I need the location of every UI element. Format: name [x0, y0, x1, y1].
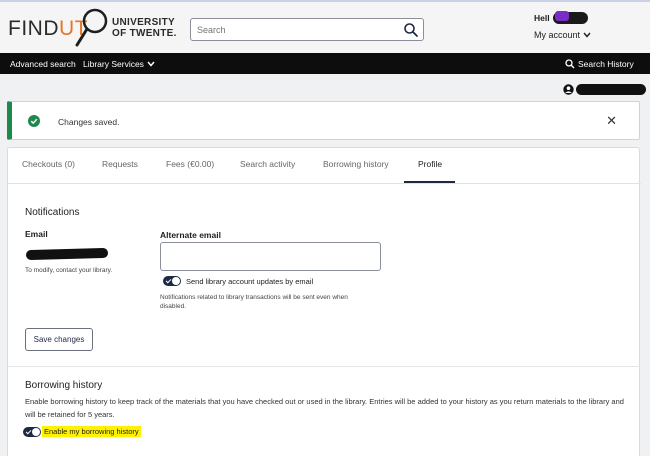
- redacted-username: [553, 11, 588, 24]
- tab-search-activity[interactable]: Search activity: [240, 159, 295, 169]
- my-account-menu[interactable]: My account: [534, 30, 591, 40]
- tab-borrowing-history[interactable]: Borrowing history: [323, 159, 389, 169]
- borrowing-history-toggle[interactable]: [23, 427, 41, 437]
- email-label: Email: [25, 229, 48, 239]
- search-box: [190, 18, 424, 41]
- chevron-down-icon: [583, 32, 591, 38]
- user-badge[interactable]: [563, 84, 646, 95]
- main-nav: Advanced search Library Services Search …: [0, 53, 650, 74]
- active-tab-indicator: [404, 181, 455, 183]
- success-alert: Changes saved. ✕: [7, 101, 640, 140]
- logo-find: FIND: [8, 17, 59, 40]
- tab-requests[interactable]: Requests: [102, 159, 138, 169]
- notifications-title: Notifications: [25, 207, 80, 218]
- email-updates-toggle-label: Send library account updates by email: [186, 277, 314, 286]
- email-updates-toggle[interactable]: [163, 276, 181, 286]
- email-note: To modify, contact your library.: [25, 267, 113, 274]
- save-changes-button[interactable]: Save changes: [25, 328, 93, 351]
- user-avatar-icon: [563, 84, 574, 95]
- redacted-user-name: [576, 84, 646, 95]
- alternate-email-label: Alternate email: [160, 230, 221, 240]
- chevron-down-icon: [147, 61, 155, 67]
- search-history-icon: [565, 59, 575, 69]
- nav-advanced-search[interactable]: Advanced search: [10, 59, 76, 69]
- account-tabs: Checkouts (0) Requests Fees (€0.00) Sear…: [8, 148, 641, 184]
- tab-fees[interactable]: Fees (€0.00): [166, 159, 214, 169]
- email-updates-note: Notifications related to library transac…: [160, 294, 348, 310]
- borrowing-history-title: Borrowing history: [25, 380, 103, 391]
- search-icon[interactable]: [403, 22, 419, 38]
- university-wordmark: UNIVERSITY OF TWENTE.: [112, 17, 177, 39]
- redacted-email: [25, 247, 109, 261]
- tab-profile[interactable]: Profile: [418, 159, 442, 169]
- my-account-label: My account: [534, 30, 581, 40]
- hello-greeting: Hell: [534, 13, 550, 23]
- borrowing-history-description: Enable borrowing history to keep track o…: [25, 397, 624, 419]
- borrowing-history-toggle-label: Enable my borrowing history: [42, 426, 141, 437]
- close-icon[interactable]: ✕: [606, 114, 617, 127]
- site-header: FINDUT UNIVERSITY OF TWENTE. Hell My acc…: [0, 0, 650, 53]
- check-circle-icon: [28, 115, 40, 127]
- magnifier-logo-icon: [75, 8, 108, 47]
- alternate-email-input[interactable]: [160, 242, 381, 271]
- tab-checkouts[interactable]: Checkouts (0): [22, 159, 75, 169]
- nav-library-services[interactable]: Library Services: [83, 59, 155, 69]
- alert-message: Changes saved.: [58, 117, 120, 127]
- nav-search-history[interactable]: Search History: [565, 59, 634, 69]
- section-divider: [8, 366, 641, 367]
- search-input[interactable]: [191, 19, 391, 40]
- account-card: Checkouts (0) Requests Fees (€0.00) Sear…: [7, 147, 641, 456]
